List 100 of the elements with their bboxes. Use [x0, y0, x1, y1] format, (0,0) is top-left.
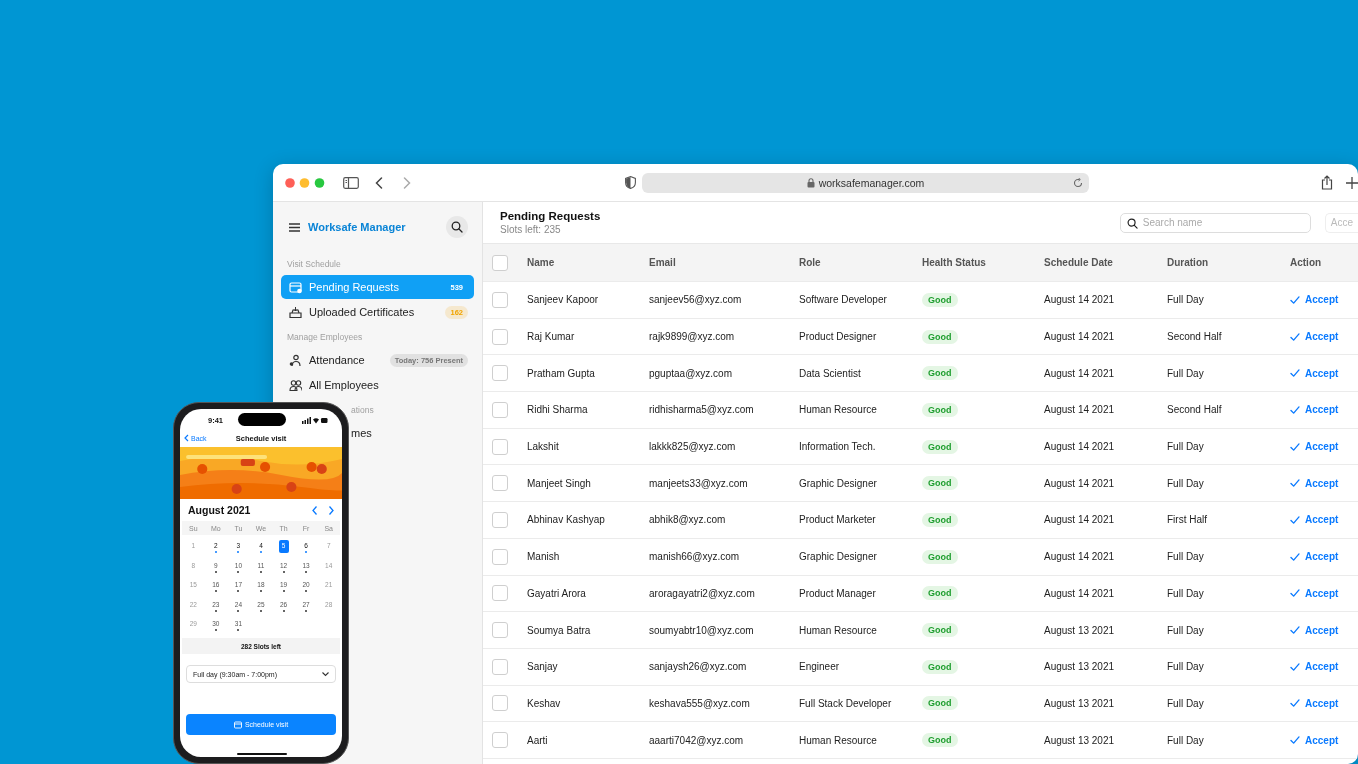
- accept-link[interactable]: Accept: [1290, 734, 1339, 746]
- checkbox[interactable]: [492, 365, 508, 382]
- address-bar[interactable]: worksafemanager.com: [642, 172, 1089, 193]
- accept-link[interactable]: Accept: [1290, 514, 1339, 526]
- window-controls-icon[interactable]: [285, 177, 325, 188]
- status-badge: Good: [922, 439, 958, 454]
- check-icon: [1290, 369, 1300, 378]
- column-header: Email: [649, 257, 677, 268]
- table-cell-text: abhik8@xyz.com: [649, 514, 727, 526]
- status-badge: Good: [922, 586, 958, 601]
- page-subtitle: Slots left: 235: [500, 224, 562, 235]
- status-badge: Good: [922, 512, 958, 527]
- table-cell-text: August 14 2021: [1044, 587, 1116, 599]
- status-badge: Good: [922, 696, 958, 711]
- checkbox[interactable]: [492, 511, 508, 528]
- table-cell-text: Full Day: [1167, 697, 1205, 709]
- accept-link[interactable]: Accept: [1290, 367, 1339, 379]
- accept-link[interactable]: Accept: [1290, 624, 1339, 636]
- checkbox[interactable]: [492, 622, 508, 639]
- status-badge: Good: [922, 476, 958, 491]
- checkbox[interactable]: [492, 291, 508, 308]
- page-title: Pending Requests: [500, 210, 602, 222]
- checkbox[interactable]: [492, 328, 508, 345]
- forward-icon[interactable]: [403, 176, 411, 189]
- table-cell-text: sanjaysh26@xyz.com: [649, 661, 748, 673]
- column-header: Name: [527, 257, 556, 268]
- share-icon[interactable]: [1321, 175, 1333, 190]
- table-cell-text: ridhisharma5@xyz.com: [649, 404, 755, 416]
- table-cell-text: Human Resource: [799, 734, 878, 746]
- checkbox[interactable]: [492, 732, 508, 749]
- checkbox[interactable]: [492, 695, 508, 712]
- table-cell-text: August 13 2021: [1044, 697, 1116, 709]
- table-cell-text: Manjeet Singh: [527, 477, 592, 489]
- checkbox[interactable]: [492, 401, 508, 418]
- table-cell-text: Engineer: [799, 661, 841, 673]
- reload-icon[interactable]: [1073, 177, 1083, 188]
- checkbox[interactable]: [492, 548, 508, 565]
- table-cell-text: August 14 2021: [1044, 294, 1116, 306]
- column-header: Role: [799, 257, 822, 268]
- month-title: August 2021: [188, 504, 252, 516]
- calendar-icon: [233, 720, 242, 729]
- check-icon: [1290, 662, 1300, 671]
- search-button[interactable]: [446, 216, 468, 238]
- table-cell-text: manjeets33@xyz.com: [649, 477, 749, 489]
- check-icon: [1290, 699, 1300, 708]
- table-cell-text: Pratham Gupta: [527, 367, 596, 379]
- table-cell-text: keshava555@xyz.com: [649, 697, 751, 709]
- table-cell-text: Sanjay: [527, 661, 559, 673]
- section-label: ations: [351, 403, 374, 417]
- lock-icon: [806, 177, 815, 188]
- table-cell-text: Product Designer: [799, 331, 878, 343]
- calendar-icon: [289, 280, 302, 294]
- dynamic-island: [238, 413, 286, 426]
- chevron-down-icon: [322, 671, 329, 677]
- check-icon: [1290, 736, 1300, 745]
- back-icon[interactable]: [375, 176, 383, 189]
- checkbox[interactable]: [492, 658, 508, 675]
- table-cell-text: Keshav: [527, 697, 562, 709]
- table-cell-text: Graphic Designer: [799, 477, 878, 489]
- accept-link[interactable]: Accept: [1290, 587, 1339, 599]
- search-field[interactable]: Search name: [1119, 212, 1311, 233]
- accept-link[interactable]: Accept: [1290, 294, 1339, 306]
- table-cell-text: sanjeev56@xyz.com: [649, 294, 743, 306]
- sidebar-item[interactable]: All Employees: [281, 373, 474, 397]
- sidebar-icon[interactable]: [343, 176, 359, 189]
- shield-icon[interactable]: [625, 176, 636, 189]
- accept-link[interactable]: Accept: [1290, 404, 1339, 416]
- accept-link[interactable]: Accept: [1290, 441, 1339, 453]
- previous-icon[interactable]: [312, 505, 317, 515]
- section-label: Manage Employees: [286, 330, 364, 344]
- table-cell-text: rajk9899@xyz.com: [649, 331, 736, 343]
- table-cell-text: August 14 2021: [1044, 441, 1116, 453]
- checkbox[interactable]: [492, 475, 508, 492]
- sidebar-item[interactable]: mes: [351, 421, 378, 445]
- new-tab-icon[interactable]: [1346, 176, 1358, 189]
- check-icon: [1290, 626, 1300, 635]
- accept-link[interactable]: Accept: [1290, 477, 1339, 489]
- checkbox[interactable]: [492, 254, 508, 271]
- search-icon: [451, 221, 463, 233]
- column-header: Duration: [1167, 257, 1210, 268]
- accept-link[interactable]: Accept: [1290, 331, 1339, 343]
- checkbox[interactable]: [492, 585, 508, 602]
- table-cell-text: August 14 2021: [1044, 331, 1116, 343]
- accept-link[interactable]: Accept: [1290, 697, 1339, 709]
- table-cell-text: Second Half: [1167, 404, 1223, 416]
- check-icon: [1290, 295, 1300, 304]
- checkbox[interactable]: [492, 438, 508, 455]
- check-icon: [1290, 515, 1300, 524]
- table-cell-text: aaarti7042@xyz.com: [649, 734, 745, 746]
- status-icons: [302, 416, 328, 424]
- menu-icon[interactable]: [289, 222, 300, 232]
- accept-link[interactable]: Accept: [1290, 661, 1339, 673]
- table-cell-text: Ridhi Sharma: [527, 404, 589, 416]
- status-badge: Good: [922, 366, 958, 381]
- table-cell-text: Information Tech.: [799, 441, 877, 453]
- table-cell-text: Full Day: [1167, 441, 1205, 453]
- table-cell-text: aroragayatri2@xyz.com: [649, 587, 756, 599]
- column-header: Health Status: [922, 257, 987, 268]
- accept-link[interactable]: Accept: [1290, 551, 1339, 563]
- next-icon[interactable]: [329, 505, 334, 515]
